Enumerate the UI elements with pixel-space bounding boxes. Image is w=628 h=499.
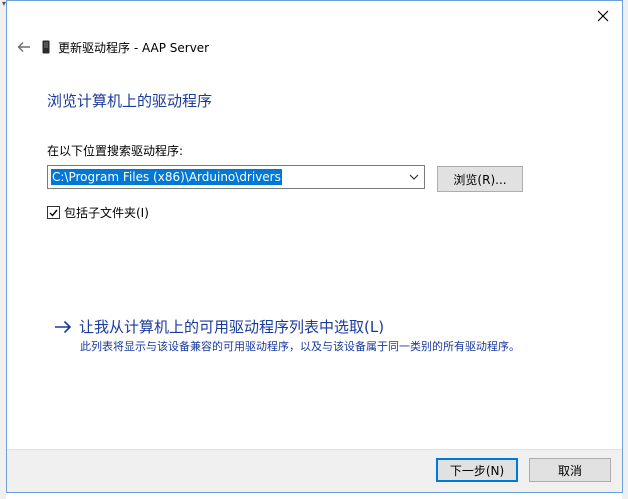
browse-button[interactable]: 浏览(R)... (437, 166, 523, 192)
cancel-button[interactable]: 取消 (529, 458, 611, 482)
close-icon (597, 10, 609, 22)
driver-path-combobox[interactable]: C:\Program Files (x86)\Arduino\drivers (47, 165, 425, 189)
pick-from-list-link[interactable]: 让我从计算机上的可用驱动程序列表中选取(L) (53, 317, 384, 337)
update-driver-dialog: 更新驱动程序 - AAP Server 浏览计算机上的驱动程序 在以下位置搜索驱… (6, 0, 623, 493)
back-button[interactable] (15, 38, 33, 56)
checkbox-box[interactable] (47, 206, 60, 219)
include-subfolders-label: 包括子文件夹(I) (64, 206, 149, 220)
arrow-right-icon (53, 317, 73, 337)
chevron-down-icon (409, 174, 419, 180)
pick-from-list-description: 此列表将显示与该设备兼容的可用驱动程序，以及与该设备属于同一类别的所有驱动程序。 (80, 340, 520, 353)
include-subfolders-checkbox[interactable]: 包括子文件夹(I) (47, 204, 149, 221)
dialog-title: 更新驱动程序 - AAP Server (58, 40, 210, 55)
close-button[interactable] (592, 5, 614, 27)
next-button[interactable]: 下一步(N) (436, 458, 518, 482)
driver-path-value: C:\Program Files (x86)\Arduino\drivers (51, 169, 282, 185)
path-dropdown-button[interactable] (408, 172, 420, 182)
device-icon (41, 39, 51, 55)
dialog-header: 更新驱动程序 - AAP Server (15, 37, 209, 57)
page-heading: 浏览计算机上的驱动程序 (47, 92, 213, 110)
search-location-label: 在以下位置搜索驱动程序: (47, 144, 184, 158)
checkmark-icon (49, 209, 58, 217)
pick-from-list-title: 让我从计算机上的可用驱动程序列表中选取(L) (79, 318, 385, 336)
back-arrow-icon (17, 42, 30, 52)
